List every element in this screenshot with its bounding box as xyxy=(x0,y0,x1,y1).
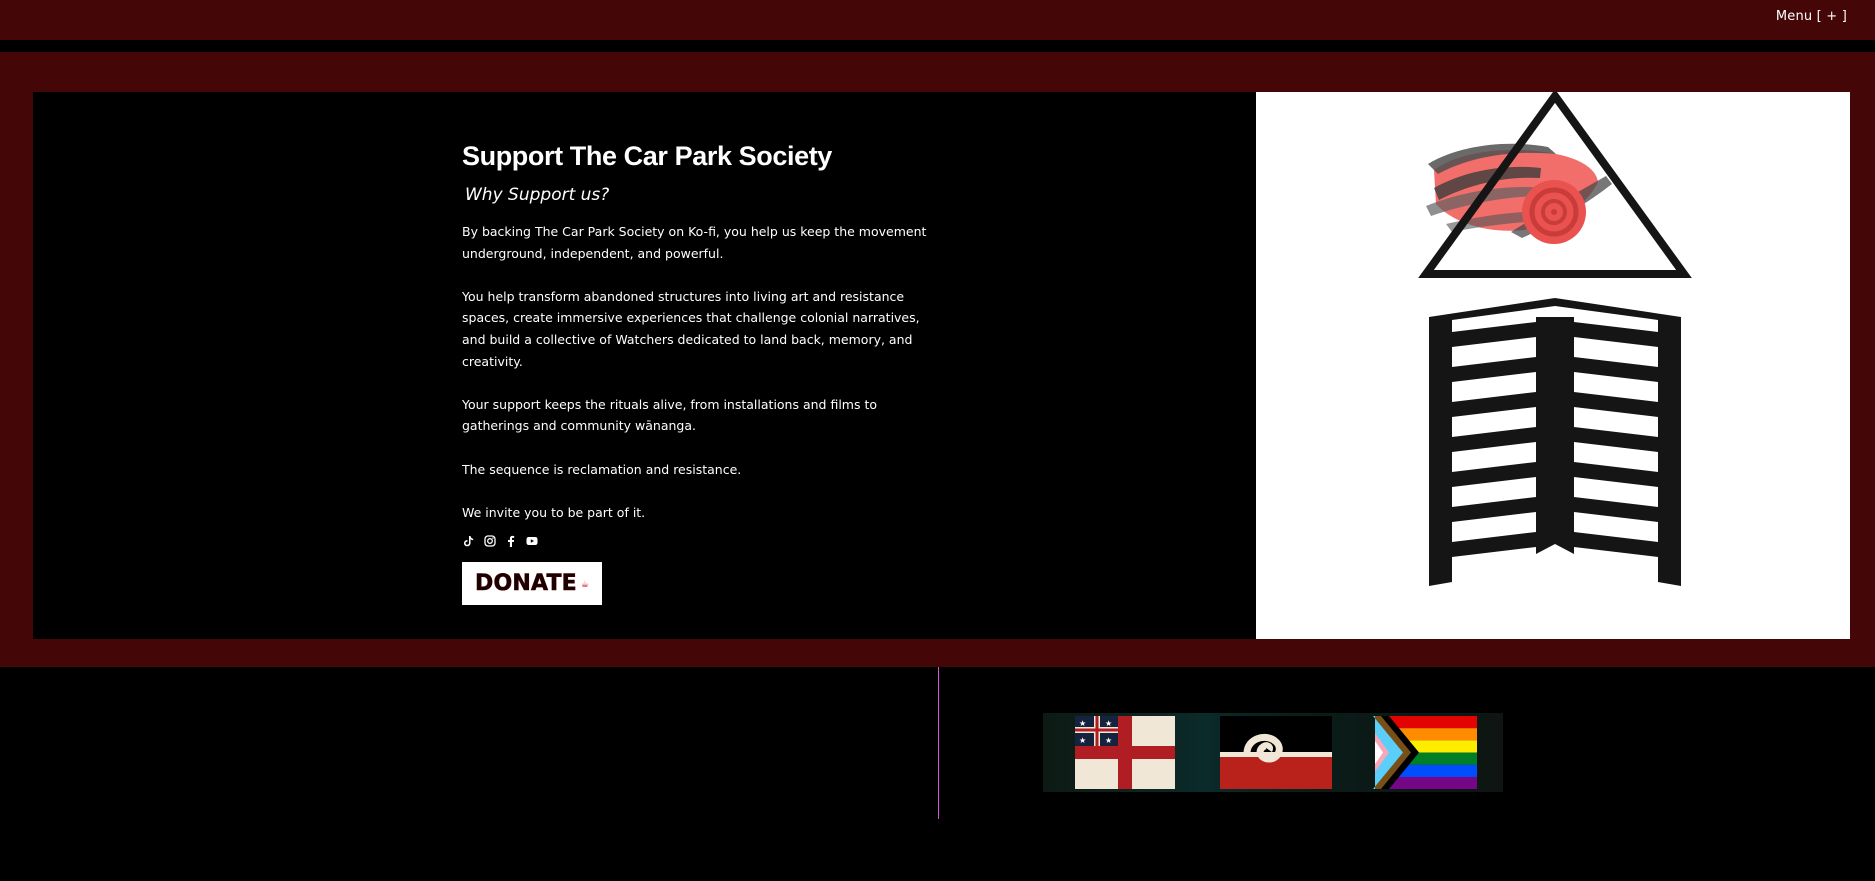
united-tribes-flag: ★ ★ ★ ★ xyxy=(1075,716,1175,789)
section-subtitle: Why Support us? xyxy=(465,185,610,205)
flags-banner: ★ ★ ★ ★ xyxy=(1043,713,1503,792)
donate-button[interactable]: DONATE ☕ xyxy=(462,562,602,606)
paragraph-invite: We invite you to be part of it. xyxy=(462,504,646,520)
social-links xyxy=(462,534,932,548)
instagram-icon[interactable] xyxy=(483,535,496,548)
tino-rangatiratanga-flag xyxy=(1220,716,1332,789)
donate-label: DONATE xyxy=(474,571,577,597)
top-bar: Menu [ + ] xyxy=(0,0,1875,40)
facebook-icon[interactable] xyxy=(504,535,517,548)
youtube-icon[interactable] xyxy=(525,535,538,548)
vertical-divider xyxy=(938,667,939,819)
building-shape xyxy=(1429,298,1681,586)
paragraph-transform: You help transform abandoned structures … xyxy=(462,288,920,369)
logo-panel xyxy=(1256,89,1850,639)
paragraph-rituals: Your support keeps the rituals alive, fr… xyxy=(462,396,878,434)
car-park-society-logo xyxy=(1418,89,1692,586)
svg-text:★: ★ xyxy=(1079,736,1086,745)
paragraph-intro: By backing The Car Park Society on Ko-fi… xyxy=(462,224,927,261)
menu-button[interactable]: Menu [ + ] xyxy=(1776,9,1847,24)
ko-fi-cup-icon: ☕ xyxy=(580,579,589,590)
page-title: Support The Car Park Society xyxy=(462,141,832,171)
tiktok-icon[interactable] xyxy=(462,535,475,548)
svg-text:★: ★ xyxy=(1105,719,1112,728)
progress-pride-flag xyxy=(1373,716,1477,789)
paragraph-sequence: The sequence is reclamation and resistan… xyxy=(462,461,742,477)
svg-text:★: ★ xyxy=(1105,736,1112,745)
support-content: Support The Car Park Society Why Support… xyxy=(462,138,932,606)
svg-text:★: ★ xyxy=(1079,719,1086,728)
